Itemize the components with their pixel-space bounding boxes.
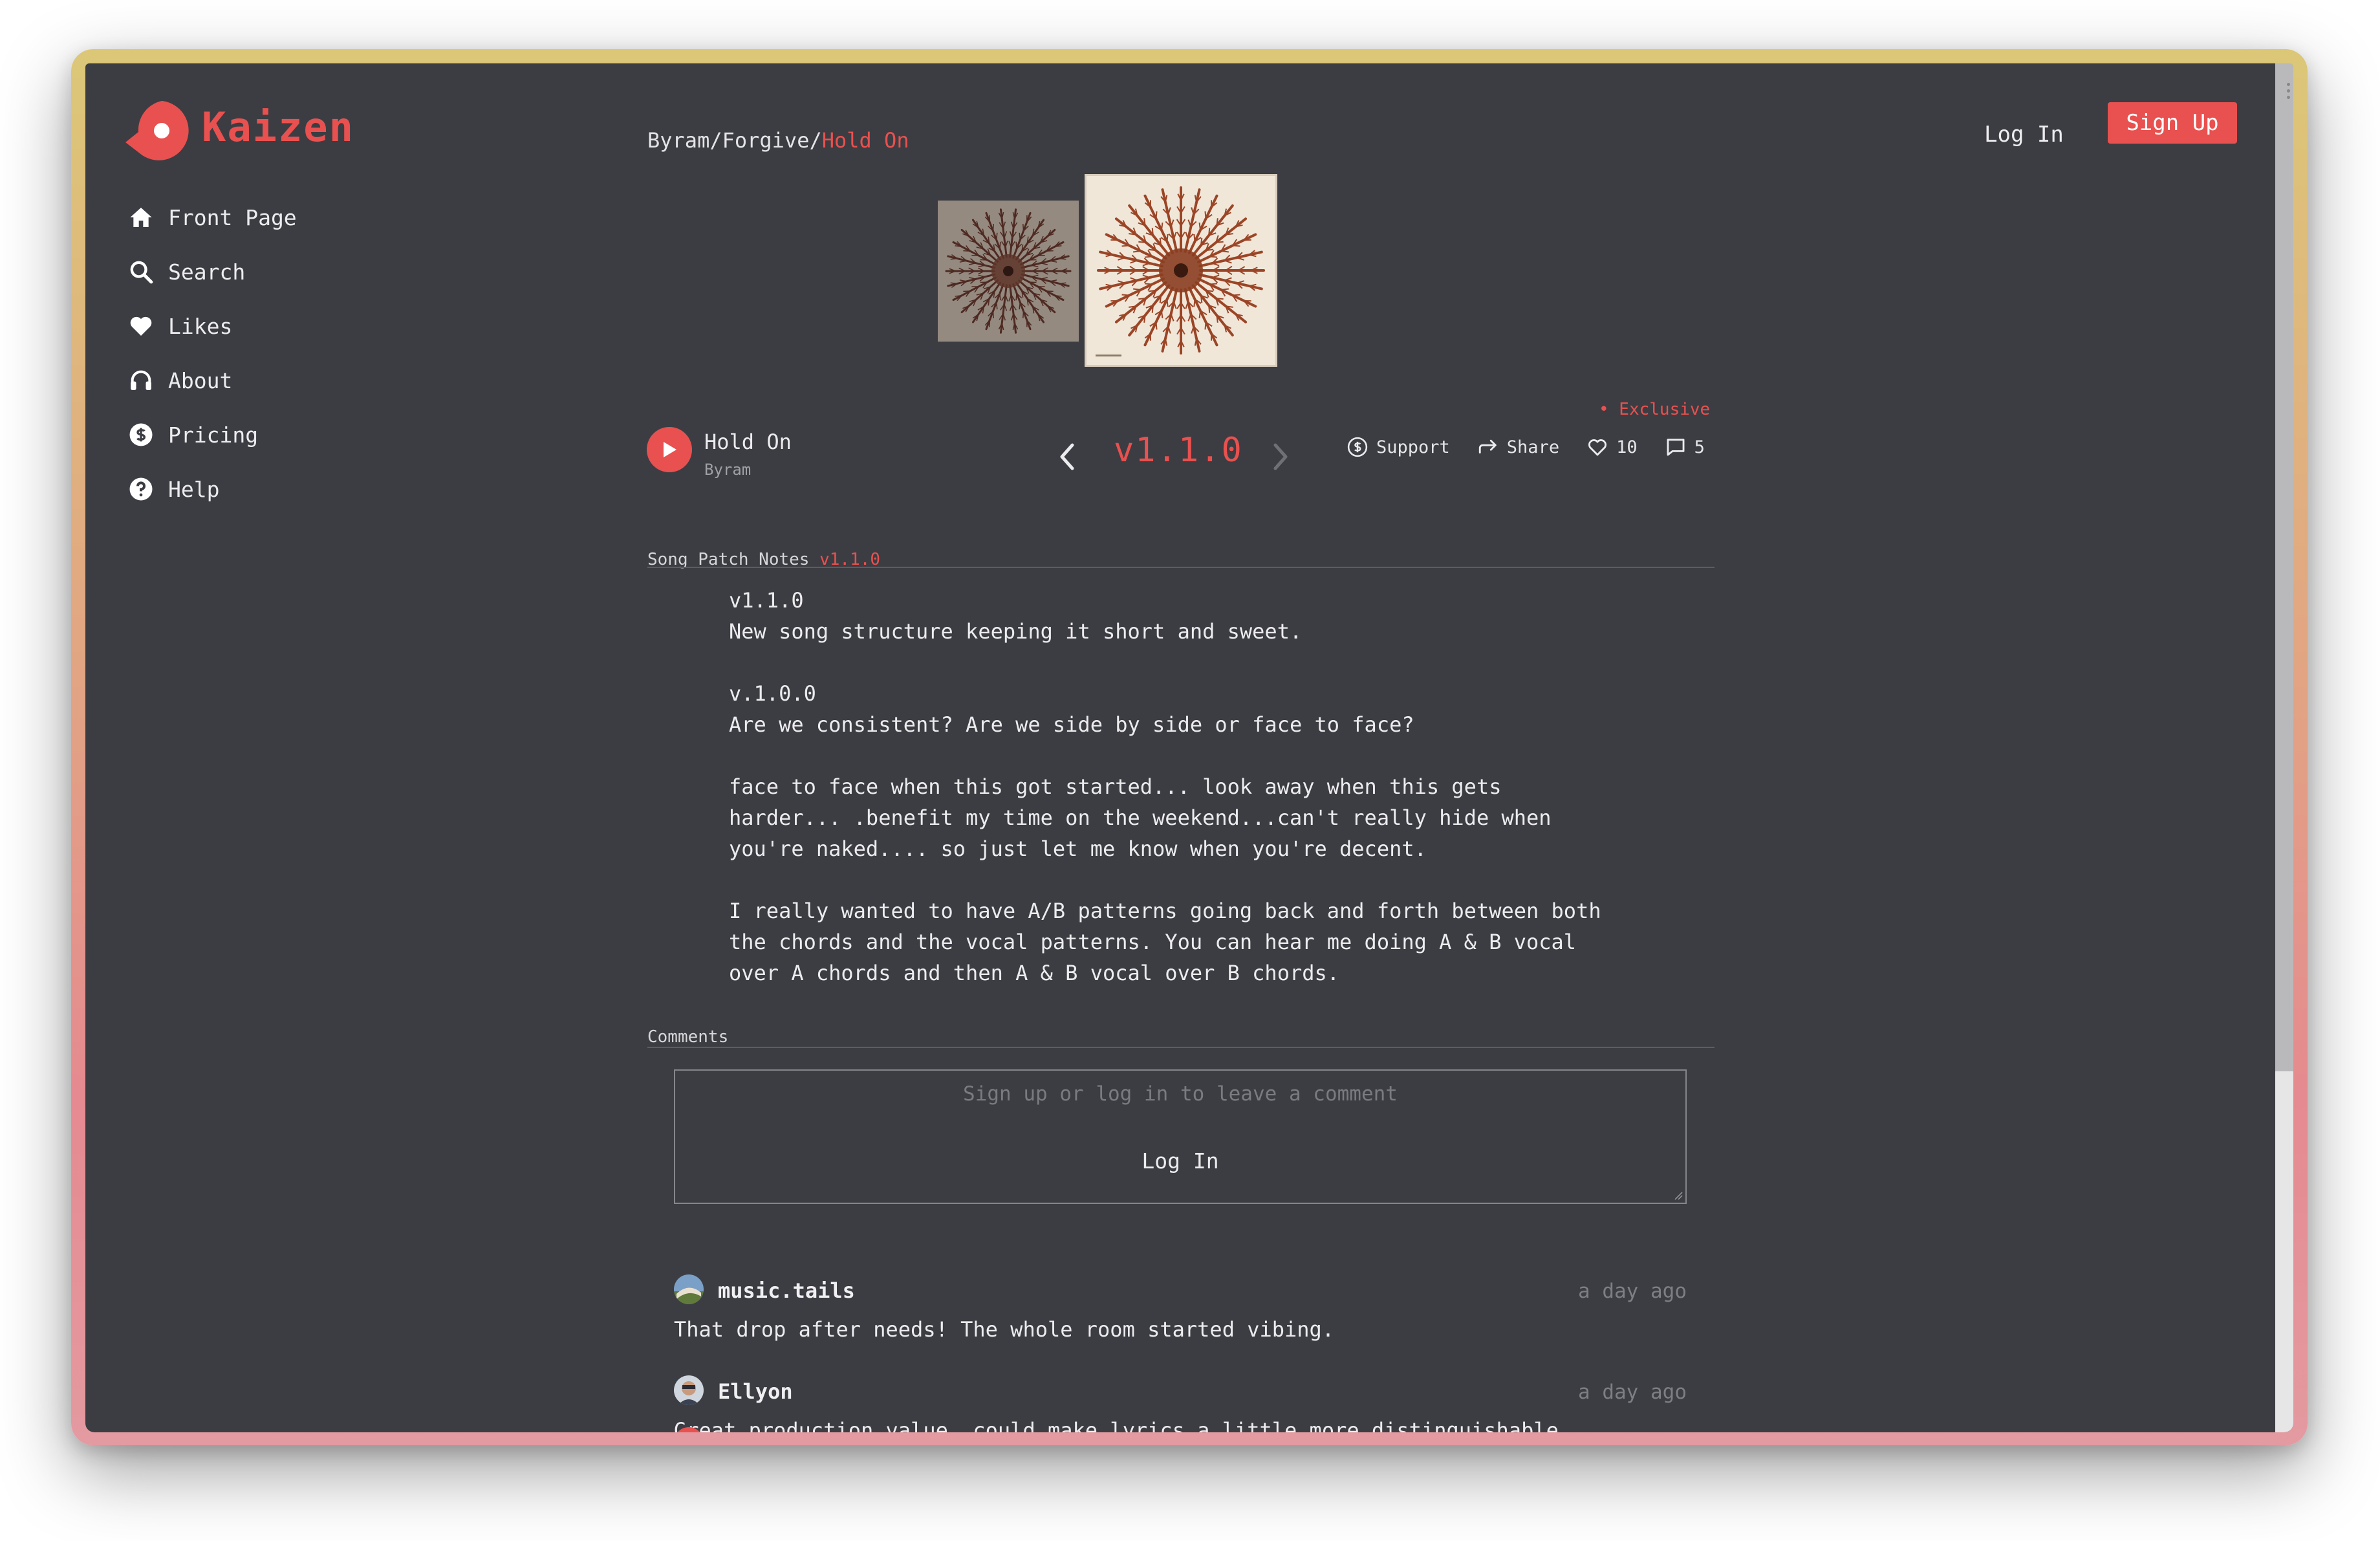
likes-count: 10 — [1616, 437, 1638, 457]
dollar-icon — [129, 423, 153, 446]
art-main-graphic — [1087, 176, 1275, 365]
heart-icon — [130, 316, 152, 336]
comments-heading: Comments — [647, 1027, 729, 1047]
avatar-image — [674, 1375, 704, 1405]
art-thumbnail-graphic — [938, 201, 1079, 342]
window-grip-icon — [2287, 83, 2291, 102]
breadcrumb-current-song: Hold On — [821, 128, 909, 153]
patch-notes-body: v1.1.0 New song structure keeping it sho… — [729, 588, 1601, 985]
divider — [647, 1047, 1715, 1048]
sidebar-item-about[interactable]: About — [128, 353, 297, 408]
breadcrumb-artist[interactable]: Byram — [647, 128, 709, 153]
sidebar-item-label: Front Page — [168, 204, 297, 230]
version-label: v1.1.0 — [1114, 431, 1243, 470]
comment-timestamp: a day ago — [1578, 1280, 1687, 1303]
share-arrow-icon — [1478, 439, 1497, 454]
sidebar-item-likes[interactable]: Likes — [128, 299, 297, 353]
comments-count: 5 — [1694, 437, 1705, 457]
app-name: Kaizen — [202, 104, 354, 151]
comment-timestamp: a day ago — [1578, 1381, 1687, 1404]
comment-placeholder: Sign up or log in to leave a comment — [963, 1082, 1398, 1106]
breadcrumb-album[interactable]: Forgive — [722, 128, 810, 153]
sidebar-item-search[interactable]: Search — [128, 245, 297, 299]
dollar-circle-icon — [1347, 437, 1368, 457]
sidebar-item-label: Pricing — [168, 422, 259, 448]
kaizen-logo-icon — [125, 101, 189, 160]
like-button[interactable]: 10 — [1586, 436, 1638, 458]
sidebar-item-label: Likes — [168, 313, 233, 339]
sidebar-item-label: Search — [168, 259, 246, 285]
help-icon — [129, 477, 153, 501]
headphones-icon — [131, 370, 151, 390]
sidebar-item-front-page[interactable]: Front Page — [128, 190, 297, 245]
sidebar-nav: Front Page Search Likes About Pricing He… — [128, 190, 297, 516]
comment-username[interactable]: music.tails — [718, 1278, 855, 1303]
avatar-image — [674, 1274, 704, 1304]
album-art-main[interactable] — [1087, 176, 1275, 365]
signup-button[interactable]: Sign Up — [2108, 102, 2237, 144]
breadcrumb: Byram/Forgive/Hold On — [647, 128, 909, 153]
browser-window: Kaizen Front Page Search Likes About Pri… — [71, 49, 2308, 1445]
breadcrumb-separator: / — [809, 128, 822, 153]
resize-handle-icon[interactable] — [1674, 1191, 1683, 1200]
comment-text: That drop after needs! The whole room st… — [674, 1317, 1335, 1342]
comments-button[interactable]: 5 — [1665, 436, 1705, 458]
song-title: Hold On — [704, 430, 792, 454]
user-avatar[interactable] — [674, 1274, 704, 1304]
home-icon — [130, 208, 152, 227]
user-avatar[interactable] — [674, 1375, 704, 1405]
sidebar-item-help[interactable]: Help — [128, 462, 297, 516]
next-version-button[interactable] — [1264, 439, 1295, 475]
share-label: Share — [1506, 437, 1560, 457]
share-button[interactable]: Share — [1477, 436, 1559, 458]
search-icon — [130, 261, 153, 284]
comment-login-button[interactable]: Log In — [675, 1148, 1685, 1174]
support-label: Support — [1376, 437, 1450, 457]
song-actions: Support Share 10 5 — [1347, 431, 1705, 463]
exclusive-badge: • Exclusive — [1599, 400, 1711, 419]
divider — [647, 567, 1715, 568]
comment-text: Great production value, could make lyric… — [674, 1418, 1559, 1432]
heart-outline-icon — [1588, 439, 1607, 456]
scrollbar-thumb[interactable] — [2275, 63, 2293, 1071]
breadcrumb-separator: / — [709, 128, 722, 153]
album-art-thumbnail[interactable] — [938, 201, 1079, 342]
play-button[interactable] — [647, 427, 692, 472]
comment-input[interactable]: Sign up or log in to leave a comment Log… — [674, 1069, 1687, 1204]
sidebar-item-pricing[interactable]: Pricing — [128, 408, 297, 462]
previous-version-button[interactable] — [1053, 439, 1084, 475]
comment-icon — [1667, 439, 1685, 456]
app-container: Kaizen Front Page Search Likes About Pri… — [85, 63, 2293, 1432]
sidebar-item-label: Help — [168, 476, 220, 502]
sidebar-item-label: About — [168, 367, 233, 393]
support-button[interactable]: Support — [1347, 436, 1450, 458]
login-button[interactable]: Log In — [1984, 122, 2064, 148]
play-icon — [664, 442, 676, 457]
comment-username[interactable]: Ellyon — [718, 1379, 793, 1404]
song-artist[interactable]: Byram — [704, 461, 751, 479]
